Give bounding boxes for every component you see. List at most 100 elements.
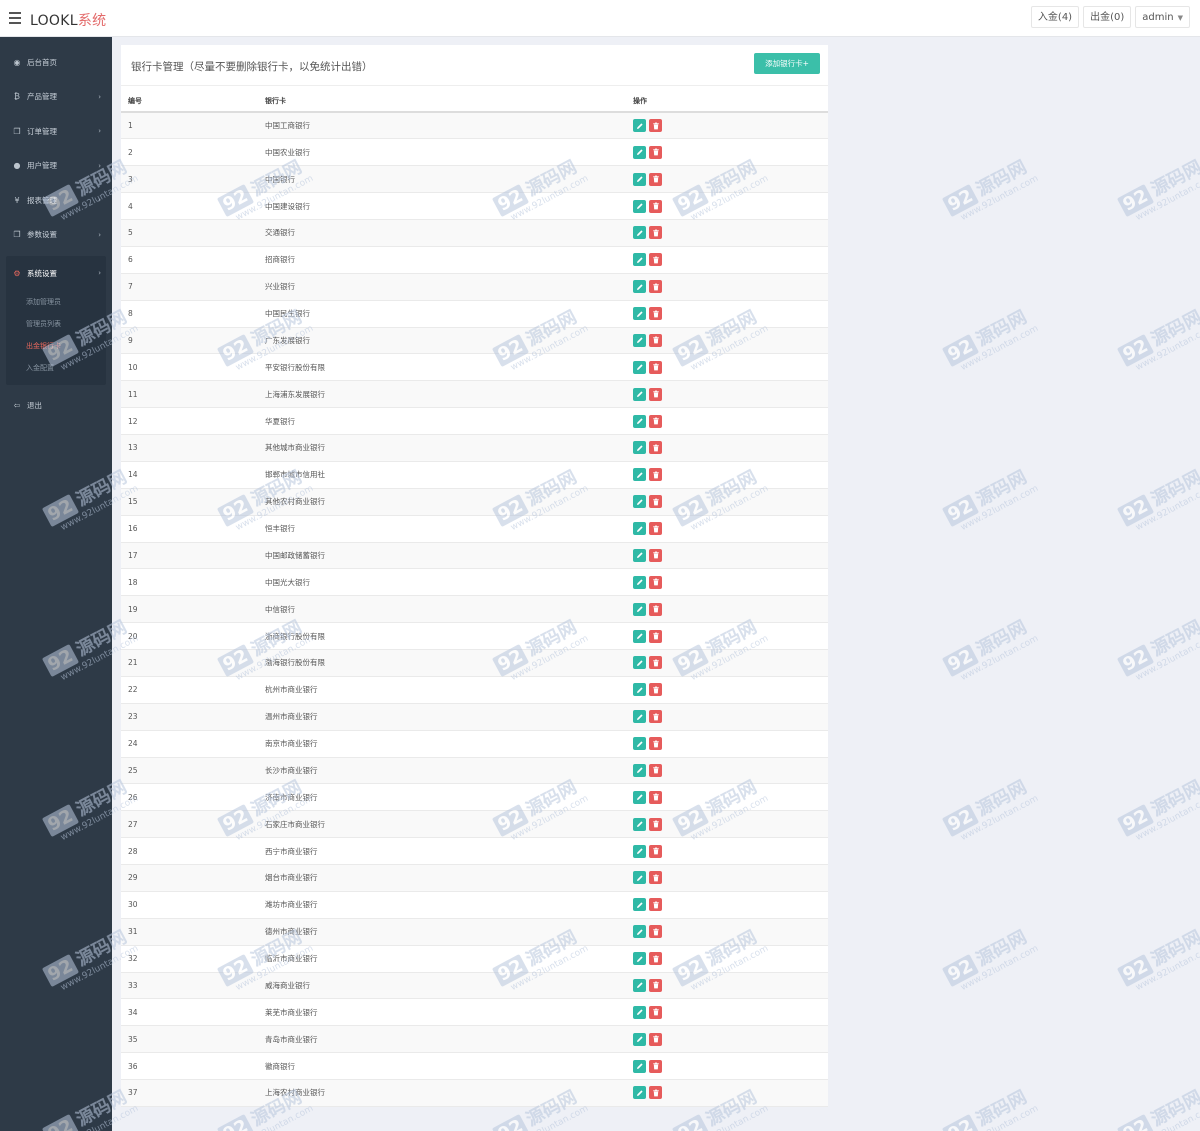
edit-button[interactable] <box>633 253 646 267</box>
edit-button[interactable] <box>633 790 646 804</box>
edit-button[interactable] <box>633 307 646 321</box>
edit-button[interactable] <box>633 817 646 831</box>
edit-button[interactable] <box>633 119 646 133</box>
sidebar-item-system-settings[interactable]: ⚙ 系统设置 › <box>6 256 106 291</box>
edit-button[interactable] <box>633 522 646 536</box>
sidebar-item-orders[interactable]: ❐ 订单管理 › <box>0 114 112 149</box>
delete-button[interactable] <box>649 925 662 939</box>
user-menu-dropdown[interactable]: admin ▼ <box>1135 6 1190 28</box>
watermark: 92源码网www.92luntan.com <box>1115 921 1200 997</box>
delete-button[interactable] <box>649 172 662 186</box>
table-row: 22 杭州市商业银行 <box>121 676 828 704</box>
edit-button[interactable] <box>633 602 646 616</box>
delete-button[interactable] <box>649 790 662 804</box>
edit-button[interactable] <box>633 710 646 724</box>
delete-button[interactable] <box>649 952 662 966</box>
delete-button[interactable] <box>649 656 662 670</box>
edit-button[interactable] <box>633 280 646 294</box>
edit-button[interactable] <box>633 172 646 186</box>
edit-button[interactable] <box>633 441 646 455</box>
sidebar-item-logout[interactable]: ⇦ 退出 <box>0 389 112 424</box>
delete-button[interactable] <box>649 763 662 777</box>
edit-button[interactable] <box>633 871 646 885</box>
sidebar-item-users[interactable]: ● 用户管理 › <box>0 149 112 184</box>
delete-button[interactable] <box>649 280 662 294</box>
withdraw-button[interactable]: 出金(0) <box>1083 6 1132 28</box>
delete-button[interactable] <box>649 817 662 831</box>
delete-button[interactable] <box>649 737 662 751</box>
delete-button[interactable] <box>649 387 662 401</box>
delete-button[interactable] <box>649 441 662 455</box>
edit-button[interactable] <box>633 656 646 670</box>
delete-button[interactable] <box>649 1005 662 1019</box>
edit-button[interactable] <box>633 683 646 697</box>
cell-actions <box>627 676 828 704</box>
delete-button[interactable] <box>649 495 662 509</box>
edit-button[interactable] <box>633 360 646 374</box>
edit-button[interactable] <box>633 414 646 428</box>
delete-button[interactable] <box>649 1086 662 1100</box>
delete-button[interactable] <box>649 710 662 724</box>
cell-id: 12 <box>121 407 258 435</box>
delete-button[interactable] <box>649 548 662 562</box>
delete-button[interactable] <box>649 468 662 482</box>
edit-button[interactable] <box>633 978 646 992</box>
menu-toggle-icon[interactable] <box>9 12 21 24</box>
watermark: 92源码网www.92luntan.com <box>940 921 1040 997</box>
delete-button[interactable] <box>649 253 662 267</box>
delete-button[interactable] <box>649 360 662 374</box>
delete-button[interactable] <box>649 629 662 643</box>
sidebar-item-dashboard[interactable]: ◉ 后台首页 <box>0 45 112 80</box>
sidebar-subitem-deposit-config[interactable]: 入金配置 <box>6 357 106 379</box>
sidebar-subitem-add-admin[interactable]: 添加管理员 <box>6 291 106 313</box>
edit-button[interactable] <box>633 763 646 777</box>
delete-button[interactable] <box>649 145 662 159</box>
delete-button[interactable] <box>649 575 662 589</box>
edit-button[interactable] <box>633 844 646 858</box>
delete-button[interactable] <box>649 1059 662 1073</box>
delete-button[interactable] <box>649 683 662 697</box>
delete-button[interactable] <box>649 602 662 616</box>
edit-button[interactable] <box>633 925 646 939</box>
cell-id: 7 <box>121 273 258 301</box>
edit-button[interactable] <box>633 1005 646 1019</box>
edit-button[interactable] <box>633 226 646 240</box>
edit-button[interactable] <box>633 1059 646 1073</box>
edit-button[interactable] <box>633 199 646 213</box>
edit-button[interactable] <box>633 1032 646 1046</box>
edit-button[interactable] <box>633 333 646 347</box>
sidebar-item-products[interactable]: ₿ 产品管理 › <box>0 80 112 115</box>
sidebar-subitem-admin-list[interactable]: 管理员列表 <box>6 313 106 335</box>
sidebar-item-reports[interactable]: ¥ 报表管理 › <box>0 183 112 218</box>
edit-button[interactable] <box>633 898 646 912</box>
deposit-button[interactable]: 入金(4) <box>1030 6 1080 28</box>
edit-button[interactable] <box>633 737 646 751</box>
edit-button[interactable] <box>633 575 646 589</box>
delete-button[interactable] <box>649 522 662 536</box>
delete-button[interactable] <box>649 871 662 885</box>
edit-button[interactable] <box>633 952 646 966</box>
edit-button[interactable] <box>633 548 646 562</box>
sidebar-item-params[interactable]: ❐ 参数设置 › <box>0 218 112 253</box>
edit-button[interactable] <box>633 387 646 401</box>
delete-button[interactable] <box>649 333 662 347</box>
edit-button[interactable] <box>633 1086 646 1100</box>
delete-button[interactable] <box>649 226 662 240</box>
edit-button[interactable] <box>633 629 646 643</box>
delete-button[interactable] <box>649 307 662 321</box>
delete-button[interactable] <box>649 199 662 213</box>
edit-button[interactable] <box>633 145 646 159</box>
delete-button[interactable] <box>649 414 662 428</box>
delete-button[interactable] <box>649 119 662 133</box>
delete-button[interactable] <box>649 1032 662 1046</box>
brand-logo[interactable]: LOOKL系统 <box>30 10 106 30</box>
edit-button[interactable] <box>633 495 646 509</box>
delete-button[interactable] <box>649 978 662 992</box>
cell-bank: 中国民生银行 <box>258 300 627 328</box>
cell-bank: 烟台市商业银行 <box>258 864 627 892</box>
delete-button[interactable] <box>649 898 662 912</box>
delete-button[interactable] <box>649 844 662 858</box>
edit-button[interactable] <box>633 468 646 482</box>
add-bankcard-button[interactable]: 添加银行卡+ <box>754 53 820 74</box>
sidebar-subitem-withdraw-bankcard[interactable]: 出金银行卡 <box>6 335 106 357</box>
